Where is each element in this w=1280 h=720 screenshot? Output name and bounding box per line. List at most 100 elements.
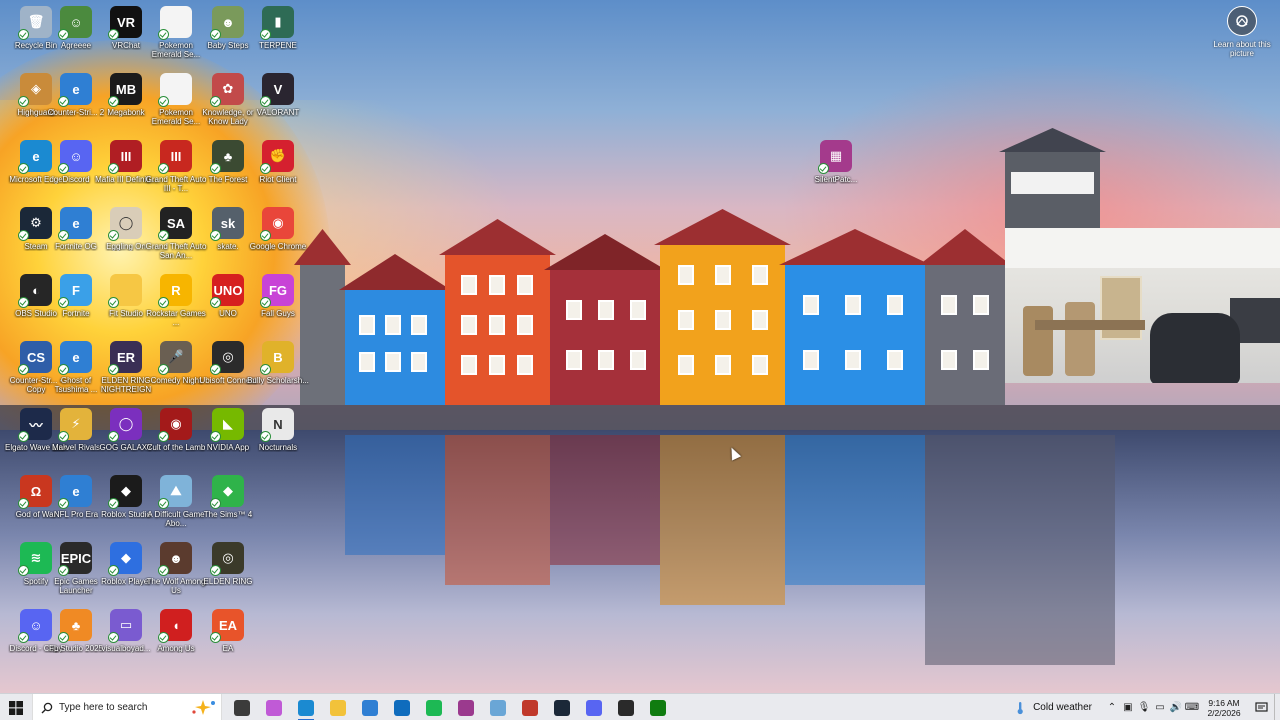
clock[interactable]: 9:16 AM 2/2/2026 [1200,698,1248,718]
taskbar-notepad-icon[interactable] [482,694,514,720]
desktop-icon-ea[interactable]: EA EA [196,609,260,673]
weather-widget[interactable]: Cold weather [1013,701,1092,715]
desktop-icon-nocturnals[interactable]: N Nocturnals [246,408,310,472]
sync-status-icon [108,29,119,40]
desktop-icon-label: Riot Client [259,175,297,184]
taskbar-task-view-icon[interactable] [226,694,258,720]
start-button[interactable] [0,694,32,720]
comedy-night-icon: 🎤 [158,341,192,375]
desktop-icon-valorant[interactable]: V VALORANT [246,73,310,137]
discord-icon: ☺ [58,140,92,174]
fit-studio-icon [108,274,142,308]
desktop-icon-elden-ring[interactable]: ◎ ELDEN RING [196,542,260,606]
baby-steps-icon: ☻ [210,6,244,40]
learn-about-label: Learn about this picture [1213,40,1271,58]
taskbar-spotify-icon[interactable] [418,694,450,720]
taskbar-file-explorer-icon[interactable] [322,694,354,720]
learn-about-picture[interactable]: Learn about this picture [1212,6,1272,58]
sync-status-icon [58,565,69,576]
ubisoft-connect-icon: ◎ [210,341,244,375]
skate-icon: sk [210,207,244,241]
desktop-icon-label: VALORANT [256,108,300,117]
windows-icon [9,700,23,715]
fortnite-icon: F [58,274,92,308]
keyboard-icon[interactable]: ⌨ [1184,694,1200,720]
tray-app-icon[interactable]: ▣ [1120,694,1136,720]
a-difficult-game-abo-icon: ⛰ [158,475,192,509]
taskbar-winrar-icon[interactable] [450,694,482,720]
gog-galaxy-icon: ◯ [108,408,142,442]
desktop-icon-label: Bully Scholarsh... [247,376,309,385]
taskbar-microsoft-store-icon[interactable] [354,694,386,720]
desktop-icon-the-sims-4[interactable]: ◆ The Sims™ 4 [196,475,260,539]
notification-icon[interactable] [1248,694,1274,720]
sync-status-icon [18,297,29,308]
desktop-icon-label: EA [222,644,234,653]
google-chrome-icon: ◉ [260,207,294,241]
sync-status-icon [18,364,29,375]
nocturnals-icon: N [260,408,294,442]
sync-status-icon [158,565,169,576]
sync-status-icon [260,96,271,107]
taskbar-edge-icon[interactable] [290,694,322,720]
show-desktop-button[interactable] [1274,694,1280,720]
wallpaper-house [919,229,1011,405]
desktop-icon-bully-scholarsh[interactable]: B Bully Scholarsh... [246,341,310,405]
sync-status-icon [260,364,271,375]
sync-status-icon [158,230,169,241]
taskbar-discord-icon[interactable] [578,694,610,720]
epic-games-launcher-icon: EPIC [58,542,92,576]
sync-status-icon [260,29,271,40]
desktop-icon-label: The Sims™ 4 [203,510,253,519]
desktop-icon-google-chrome[interactable]: ◉ Google Chrome [246,207,310,271]
sync-status-icon [260,431,271,442]
sync-status-icon [158,96,169,107]
sync-status-icon [18,632,29,643]
sync-status-icon [210,364,221,375]
mafia-iii-definiti-icon: III [108,140,142,174]
sync-status-icon [18,163,29,174]
riot-client-icon: ✊ [260,140,294,174]
desktop-icon-fall-guys[interactable]: FG Fall Guys [246,274,310,338]
sync-status-icon [158,29,169,40]
volume-icon[interactable]: 🔊 [1168,694,1184,720]
sync-status-icon [260,230,271,241]
sync-status-icon [158,498,169,509]
microphone-icon[interactable]: 🎙 [1136,694,1152,720]
desktop-icon-silentpatc[interactable]: ▦ SilentPatc... [804,140,868,204]
sync-status-icon [58,163,69,174]
weather-label: Cold weather [1033,702,1092,713]
taskbar-epic-games-icon[interactable] [610,694,642,720]
search-highlight-icon [192,700,215,715]
desktop-icon-riot-client[interactable]: ✊ Riot Client [246,140,310,204]
sync-status-icon [158,364,169,375]
sync-status-icon [58,431,69,442]
chevron-up-icon[interactable]: ⌃ [1104,694,1120,720]
sync-status-icon [210,431,221,442]
bully-scholarsh-icon: B [260,341,294,375]
taskbar-discord-red-icon[interactable] [514,694,546,720]
roblox-studio-icon: ◆ [108,475,142,509]
silentpatc-icon: ▦ [818,140,852,174]
sync-status-icon [260,163,271,174]
clock-time: 9:16 AM [1208,697,1240,708]
sync-status-icon [108,230,119,241]
uno-icon: UNO [210,274,244,308]
network-icon[interactable]: ▭ [1152,694,1168,720]
sync-status-icon [108,431,119,442]
taskbar-steam-icon[interactable] [546,694,578,720]
sync-status-icon [108,96,119,107]
desktop-icon-label: Fall Guys [261,309,295,318]
wallpaper-house [544,234,666,405]
desktop-icon-label: ELDEN RING [203,577,253,586]
valorant-icon: V [260,73,294,107]
taskbar-copilot-icon[interactable] [258,694,290,720]
taskbar-apps [226,694,674,720]
taskbar-xbox-icon[interactable] [642,694,674,720]
taskbar-search-box[interactable]: Type here to search [32,694,222,720]
counter-stri-2-icon: e [58,73,92,107]
fall-guys-icon: FG [260,274,294,308]
desktop-icon-terpene[interactable]: ▮ TERPENE [246,6,310,70]
marvel-rivals-icon: ⚡ [58,408,92,442]
taskbar-outlook-icon[interactable] [386,694,418,720]
